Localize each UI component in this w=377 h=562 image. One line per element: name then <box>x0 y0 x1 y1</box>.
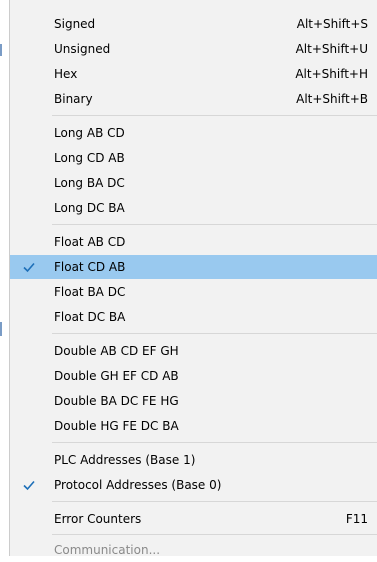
menu-item-label: Long CD AB <box>54 151 125 165</box>
menu-item-signed[interactable]: Signed Alt+Shift+S <box>10 12 377 36</box>
menu-item-long-ab-cd[interactable]: Long AB CD <box>10 121 377 145</box>
menu-item-label: Double HG FE DC BA <box>54 419 179 433</box>
menu-item-label: Float AB CD <box>54 235 126 249</box>
menu-item-long-ba-dc[interactable]: Long BA DC <box>10 171 377 195</box>
menu-item-shortcut: F11 <box>345 512 368 526</box>
menu-item-float-cd-ab[interactable]: Float CD AB <box>10 255 377 279</box>
menu-item-label: Error Counters <box>54 512 142 526</box>
menu-item-label: Binary <box>54 92 93 106</box>
menu-item-double-ab-cd-ef-gh[interactable]: Double AB CD EF GH <box>10 339 377 363</box>
menu-item-label: Communication... <box>54 543 161 557</box>
menu-item-float-ba-dc[interactable]: Float BA DC <box>10 280 377 304</box>
menu-item-label: Double BA DC FE HG <box>54 394 179 408</box>
menu-item-shortcut: Alt+Shift+U <box>295 42 368 56</box>
menu-item-label: Long BA DC <box>54 176 125 190</box>
background-edge-mark <box>0 322 2 336</box>
menu-item-label: Double GH EF CD AB <box>54 369 179 383</box>
menu-item-long-cd-ab[interactable]: Long CD AB <box>10 146 377 170</box>
menu-item-label: Hex <box>54 67 78 81</box>
menu-separator <box>52 333 377 334</box>
menu-item-label: Double AB CD EF GH <box>54 344 179 358</box>
menu-item-communication: Communication... <box>10 538 377 562</box>
background-edge-mark <box>0 44 2 56</box>
menu-separator <box>52 501 377 502</box>
menu-item-binary[interactable]: Binary Alt+Shift+B <box>10 87 377 111</box>
menu-item-label: Float BA DC <box>54 285 126 299</box>
menu-item-label: PLC Addresses (Base 1) <box>54 453 196 467</box>
menu-item-label: Signed <box>54 17 96 31</box>
menu-item-float-ab-cd[interactable]: Float AB CD <box>10 230 377 254</box>
menu-item-unsigned[interactable]: Unsigned Alt+Shift+U <box>10 37 377 61</box>
menu-item-long-dc-ba[interactable]: Long DC BA <box>10 196 377 220</box>
menu-item-label: Float DC BA <box>54 310 126 324</box>
menu-separator <box>52 442 377 443</box>
menu-item-label: Protocol Addresses (Base 0) <box>54 478 222 492</box>
checkmark-icon <box>23 480 35 491</box>
menu-item-label: Unsigned <box>54 42 111 56</box>
menu-item-shortcut: Alt+Shift+B <box>296 92 368 106</box>
menu-item-label: Long DC BA <box>54 201 125 215</box>
menu-separator <box>52 224 377 225</box>
menu-item-shortcut: Alt+Shift+S <box>296 17 368 31</box>
context-menu: Signed Alt+Shift+S Unsigned Alt+Shift+U … <box>9 0 377 557</box>
menu-item-protocol-addresses[interactable]: Protocol Addresses (Base 0) <box>10 473 377 497</box>
menu-item-label: Float CD AB <box>54 260 126 274</box>
menu-item-double-gh-ef-cd-ab[interactable]: Double GH EF CD AB <box>10 364 377 388</box>
menu-item-double-ba-dc-fe-hg[interactable]: Double BA DC FE HG <box>10 389 377 413</box>
menu-separator <box>52 115 377 116</box>
menu-item-error-counters[interactable]: Error Counters F11 <box>10 507 377 531</box>
menu-item-label: Long AB CD <box>54 126 125 140</box>
menu-item-shortcut: Alt+Shift+H <box>295 67 368 81</box>
menu-separator <box>52 534 377 535</box>
menu-item-float-dc-ba[interactable]: Float DC BA <box>10 305 377 329</box>
checkmark-icon <box>23 262 35 273</box>
menu-item-hex[interactable]: Hex Alt+Shift+H <box>10 62 377 86</box>
menu-item-plc-addresses[interactable]: PLC Addresses (Base 1) <box>10 448 377 472</box>
menu-item-double-hg-fe-dc-ba[interactable]: Double HG FE DC BA <box>10 414 377 438</box>
